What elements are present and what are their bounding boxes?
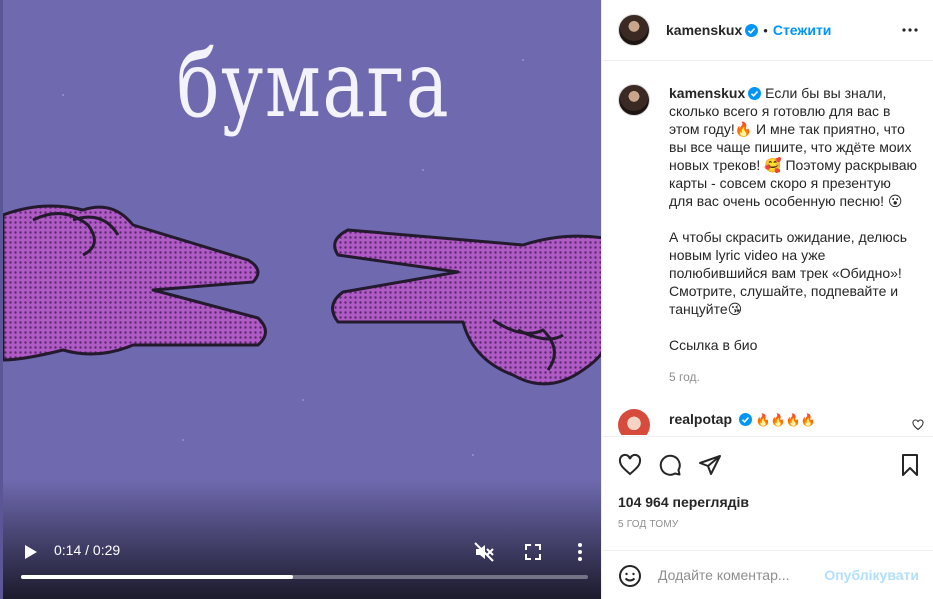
- commenter-avatar[interactable]: [618, 409, 650, 435]
- add-comment-bar: Опублікувати: [602, 550, 933, 599]
- emoji-smiley-icon[interactable]: [618, 564, 642, 588]
- like-heart-icon[interactable]: [618, 453, 642, 477]
- caption-author-avatar[interactable]: [618, 84, 650, 116]
- caption-body: Если бы вы знали, сколько всего я готовл…: [669, 85, 918, 353]
- post-side-panel: kamenskux • Стежити kamenskux Если бы вы…: [601, 0, 933, 599]
- author-username[interactable]: kamenskux: [666, 22, 742, 38]
- publish-button[interactable]: Опублікувати: [824, 567, 919, 583]
- comment-line: realpotap 🔥🔥🔥🔥: [669, 411, 816, 427]
- post-header: kamenskux • Стежити: [602, 0, 933, 61]
- comment-like-heart-icon[interactable]: [912, 419, 924, 431]
- mute-icon[interactable]: [473, 541, 495, 563]
- verified-badge-icon: [738, 413, 752, 426]
- header-separator: •: [763, 22, 768, 38]
- comment-item: realpotap 🔥🔥🔥🔥: [618, 405, 928, 435]
- left-hand-illustration: [3, 204, 267, 362]
- share-send-icon[interactable]: [698, 453, 722, 477]
- view-count[interactable]: 104 964 переглядів: [618, 494, 749, 510]
- comment-text: 🔥🔥🔥🔥: [755, 413, 816, 427]
- video-player[interactable]: бумага 0:14 / 0:29: [0, 0, 601, 599]
- video-time: 0:14 / 0:29: [54, 542, 121, 558]
- post-caption: kamenskux Если бы вы знали, сколько всег…: [618, 84, 918, 384]
- video-progress-bar[interactable]: [21, 575, 588, 579]
- caption-age: 5 год.: [669, 370, 700, 384]
- caption-username[interactable]: kamenskux: [669, 85, 745, 101]
- follow-button[interactable]: Стежити: [773, 22, 832, 38]
- author-avatar[interactable]: [618, 14, 650, 46]
- commenter-username[interactable]: realpotap: [669, 411, 732, 427]
- video-progress-fill: [21, 575, 294, 579]
- verified-badge-icon: [748, 87, 762, 100]
- fullscreen-icon[interactable]: [523, 542, 543, 562]
- comment-input[interactable]: [658, 563, 823, 587]
- save-bookmark-icon[interactable]: [898, 453, 922, 477]
- verified-badge-icon: [745, 23, 759, 37]
- comment-bubble-icon[interactable]: [658, 453, 682, 477]
- more-vertical-icon[interactable]: [570, 541, 590, 563]
- play-icon[interactable]: [21, 543, 39, 561]
- video-title-lettering: бумага: [176, 31, 451, 138]
- post-actions: 104 964 переглядів 5 ГОД ТОМУ: [602, 436, 933, 550]
- caption-text-block: kamenskux Если бы вы знали, сколько всег…: [669, 84, 918, 354]
- right-hand-illustration: [331, 228, 601, 386]
- video-controls: 0:14 / 0:29: [3, 529, 601, 599]
- posted-time[interactable]: 5 ГОД ТОМУ: [618, 519, 678, 530]
- more-options-icon[interactable]: [901, 25, 919, 35]
